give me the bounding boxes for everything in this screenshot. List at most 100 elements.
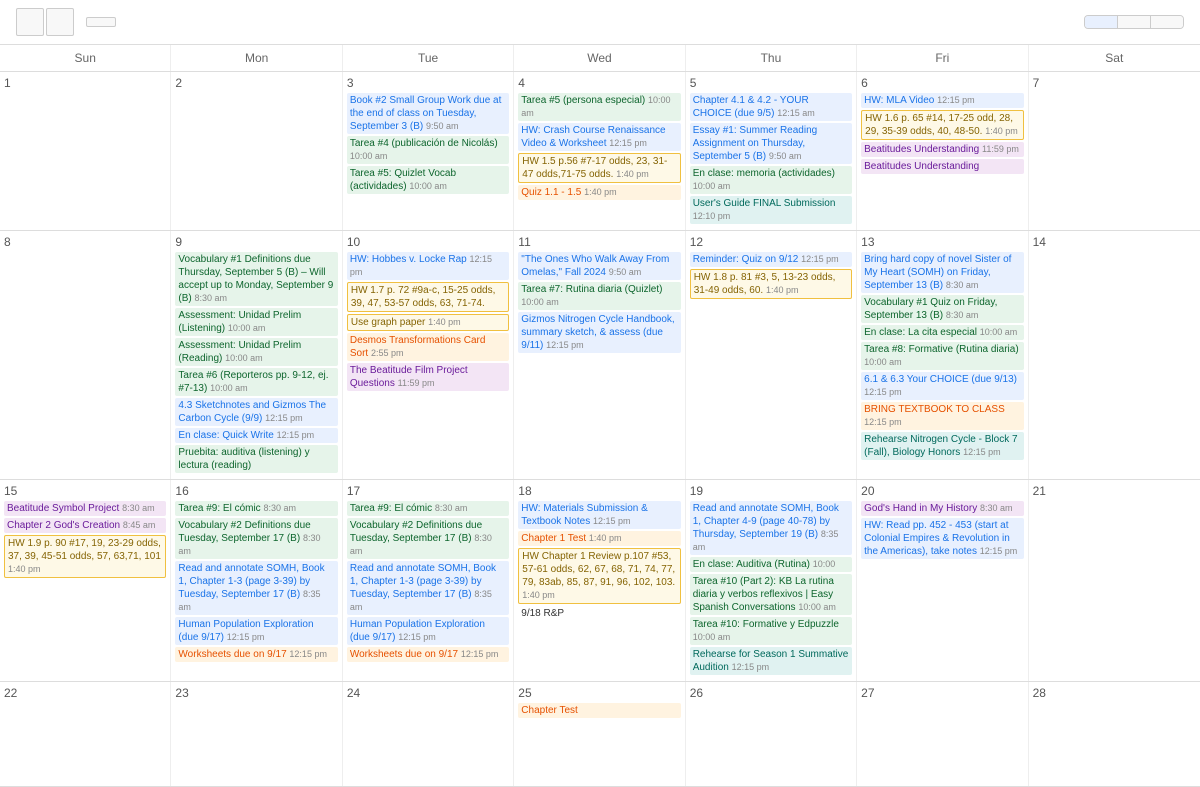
event-item[interactable]: Tarea #9: El cómic 8:30 am [175,501,337,516]
event-item[interactable]: HW: Hobbes v. Locke Rap 12:15 pm [347,252,509,280]
day-number: 2 [175,76,337,90]
event-item[interactable]: Tarea #5 (persona especial) 10:00 am [518,93,680,121]
event-item[interactable]: Beatitude Symbol Project 8:30 am [4,501,166,516]
event-item[interactable]: HW: Crash Course Renaissance Video & Wor… [518,123,680,151]
day-cell-2[interactable]: 2 [171,72,342,230]
event-item[interactable]: The Beatitude Film Project Questions 11:… [347,363,509,391]
event-item[interactable]: Use graph paper 1:40 pm [347,314,509,331]
event-item[interactable]: Beatitudes Understanding [861,159,1023,174]
event-item[interactable]: Worksheets due on 9/17 12:15 pm [175,647,337,662]
event-item[interactable]: Chapter 1 Test 1:40 pm [518,531,680,546]
day-cell-27[interactable]: 27 [857,682,1028,786]
today-button[interactable] [86,17,116,27]
event-item[interactable]: Quiz 1.1 - 1.5 1:40 pm [518,185,680,200]
event-item[interactable]: Bring hard copy of novel Sister of My He… [861,252,1023,293]
event-item[interactable]: En clase: Auditiva (Rutina) 10:00 [690,557,852,572]
event-item[interactable]: Pruebita: auditiva (listening) y lectura… [175,445,337,473]
day-cell-24[interactable]: 24 [343,682,514,786]
event-item[interactable]: Tarea #10 (Part 2): KB La rutina diaria … [690,574,852,615]
event-item[interactable]: Chapter 4.1 & 4.2 - YOUR CHOICE (due 9/5… [690,93,852,121]
event-item[interactable]: Tarea #9: El cómic 8:30 am [347,501,509,516]
event-item[interactable]: Tarea #7: Rutina diaria (Quizlet) 10:00 … [518,282,680,310]
event-item[interactable]: Book #2 Small Group Work due at the end … [347,93,509,134]
day-cell-15[interactable]: 15Beatitude Symbol Project 8:30 amChapte… [0,480,171,681]
event-item[interactable]: Chapter 2 God's Creation 8:45 am [4,518,166,533]
day-cell-13[interactable]: 13Bring hard copy of novel Sister of My … [857,231,1028,479]
event-item[interactable]: "The Ones Who Walk Away From Omelas," Fa… [518,252,680,280]
event-item[interactable]: HW 1.7 p. 72 #9a-c, 15-25 odds, 39, 47, … [347,282,509,312]
event-item[interactable]: En clase: La cita especial 10:00 am [861,325,1023,340]
event-item[interactable]: HW 1.8 p. 81 #3, 5, 13-23 odds, 31-49 od… [690,269,852,299]
day-cell-6[interactable]: 6HW: MLA Video 12:15 pmHW 1.6 p. 65 #14,… [857,72,1028,230]
day-cell-12[interactable]: 12Reminder: Quiz on 9/12 12:15 pmHW 1.8 … [686,231,857,479]
day-view-button[interactable] [1151,16,1183,28]
event-item[interactable]: HW: MLA Video 12:15 pm [861,93,1023,108]
event-item[interactable]: HW 1.9 p. 90 #17, 19, 23-29 odds, 37, 39… [4,535,166,578]
event-item[interactable]: Reminder: Quiz on 9/12 12:15 pm [690,252,852,267]
event-item[interactable]: Tarea #4 (publicación de Nicolás) 10:00 … [347,136,509,164]
day-number: 11 [518,235,680,249]
event-item[interactable]: Human Population Exploration (due 9/17) … [347,617,509,645]
day-cell-25[interactable]: 25Chapter Test [514,682,685,786]
event-item[interactable]: Human Population Exploration (due 9/17) … [175,617,337,645]
day-cell-21[interactable]: 21 [1029,480,1200,681]
day-cell-16[interactable]: 16Tarea #9: El cómic 8:30 amVocabulary #… [171,480,342,681]
day-cell-14[interactable]: 14 [1029,231,1200,479]
event-item[interactable]: Tarea #8: Formative (Rutina diaria) 10:0… [861,342,1023,370]
event-item[interactable]: Vocabulary #1 Definitions due Thursday, … [175,252,337,306]
event-item[interactable]: HW: Materials Submission & Textbook Note… [518,501,680,529]
event-item[interactable]: Vocabulary #2 Definitions due Tuesday, S… [347,518,509,559]
event-item[interactable]: Read and annotate SOMH, Book 1, Chapter … [690,501,852,555]
event-item[interactable]: Read and annotate SOMH, Book 1, Chapter … [175,561,337,615]
event-item[interactable]: En clase: Quick Write 12:15 pm [175,428,337,443]
event-item[interactable]: Assessment: Unidad Prelim (Listening) 10… [175,308,337,336]
day-cell-5[interactable]: 5Chapter 4.1 & 4.2 - YOUR CHOICE (due 9/… [686,72,857,230]
event-item[interactable]: 9/18 R&P [518,606,680,621]
event-item[interactable]: Assessment: Unidad Prelim (Reading) 10:0… [175,338,337,366]
day-cell-18[interactable]: 18HW: Materials Submission & Textbook No… [514,480,685,681]
event-item[interactable]: God's Hand in My History 8:30 am [861,501,1023,516]
event-item[interactable]: HW: Read pp. 452 - 453 (start at Colonia… [861,518,1023,559]
event-item[interactable]: Chapter Test [518,703,680,718]
event-item[interactable]: Desmos Transformations Card Sort 2:55 pm [347,333,509,361]
next-button[interactable] [46,8,74,36]
event-item[interactable]: 6.1 & 6.3 Your CHOICE (due 9/13) 12:15 p… [861,372,1023,400]
day-cell-4[interactable]: 4Tarea #5 (persona especial) 10:00 amHW:… [514,72,685,230]
day-cell-11[interactable]: 11 "The Ones Who Walk Away From Omelas," … [514,231,685,479]
day-cell-3[interactable]: 3Book #2 Small Group Work due at the end… [343,72,514,230]
day-cell-28[interactable]: 28 [1029,682,1200,786]
day-cell-9[interactable]: 9Vocabulary #1 Definitions due Thursday,… [171,231,342,479]
event-item[interactable]: Vocabulary #1 Quiz on Friday, September … [861,295,1023,323]
month-view-button[interactable] [1085,16,1118,28]
event-item[interactable]: Tarea #5: Quizlet Vocab (actividades) 10… [347,166,509,194]
event-item[interactable]: Beatitudes Understanding 11:59 pm [861,142,1023,157]
event-item[interactable]: HW 1.6 p. 65 #14, 17-25 odd, 28, 29, 35-… [861,110,1023,140]
day-cell-8[interactable]: 8 [0,231,171,479]
event-item[interactable]: HW Chapter 1 Review p.107 #53, 57-61 odd… [518,548,680,604]
day-cell-7[interactable]: 7 [1029,72,1200,230]
day-cell-22[interactable]: 22 [0,682,171,786]
day-cell-19[interactable]: 19Read and annotate SOMH, Book 1, Chapte… [686,480,857,681]
day-cell-26[interactable]: 26 [686,682,857,786]
event-item[interactable]: 4.3 Sketchnotes and Gizmos The Carbon Cy… [175,398,337,426]
day-cell-17[interactable]: 17Tarea #9: El cómic 8:30 amVocabulary #… [343,480,514,681]
day-cell-20[interactable]: 20God's Hand in My History 8:30 amHW: Re… [857,480,1028,681]
event-item[interactable]: Tarea #10: Formative y Edpuzzle 10:00 am [690,617,852,645]
event-item[interactable]: BRING TEXTBOOK TO CLASS 12:15 pm [861,402,1023,430]
day-cell-10[interactable]: 10HW: Hobbes v. Locke Rap 12:15 pmHW 1.7… [343,231,514,479]
event-item[interactable]: Rehearse for Season 1 Summative Audition… [690,647,852,675]
prev-button[interactable] [16,8,44,36]
event-item[interactable]: User's Guide FINAL Submission 12:10 pm [690,196,852,224]
event-item[interactable]: HW 1.5 p.56 #7-17 odds, 23, 31-47 odds,7… [518,153,680,183]
day-cell-1[interactable]: 1 [0,72,171,230]
event-item[interactable]: En clase: memoria (actividades) 10:00 am [690,166,852,194]
event-item[interactable]: Essay #1: Summer Reading Assignment on T… [690,123,852,164]
event-item[interactable]: Rehearse Nitrogen Cycle - Block 7 (Fall)… [861,432,1023,460]
event-item[interactable]: Vocabulary #2 Definitions due Tuesday, S… [175,518,337,559]
event-item[interactable]: Worksheets due on 9/17 12:15 pm [347,647,509,662]
event-item[interactable]: Tarea #6 (Reporteros pp. 9-12, ej. #7-13… [175,368,337,396]
event-item[interactable]: Read and annotate SOMH, Book 1, Chapter … [347,561,509,615]
day-cell-23[interactable]: 23 [171,682,342,786]
event-item[interactable]: Gizmos Nitrogen Cycle Handbook, summary … [518,312,680,353]
week-view-button[interactable] [1118,16,1151,28]
